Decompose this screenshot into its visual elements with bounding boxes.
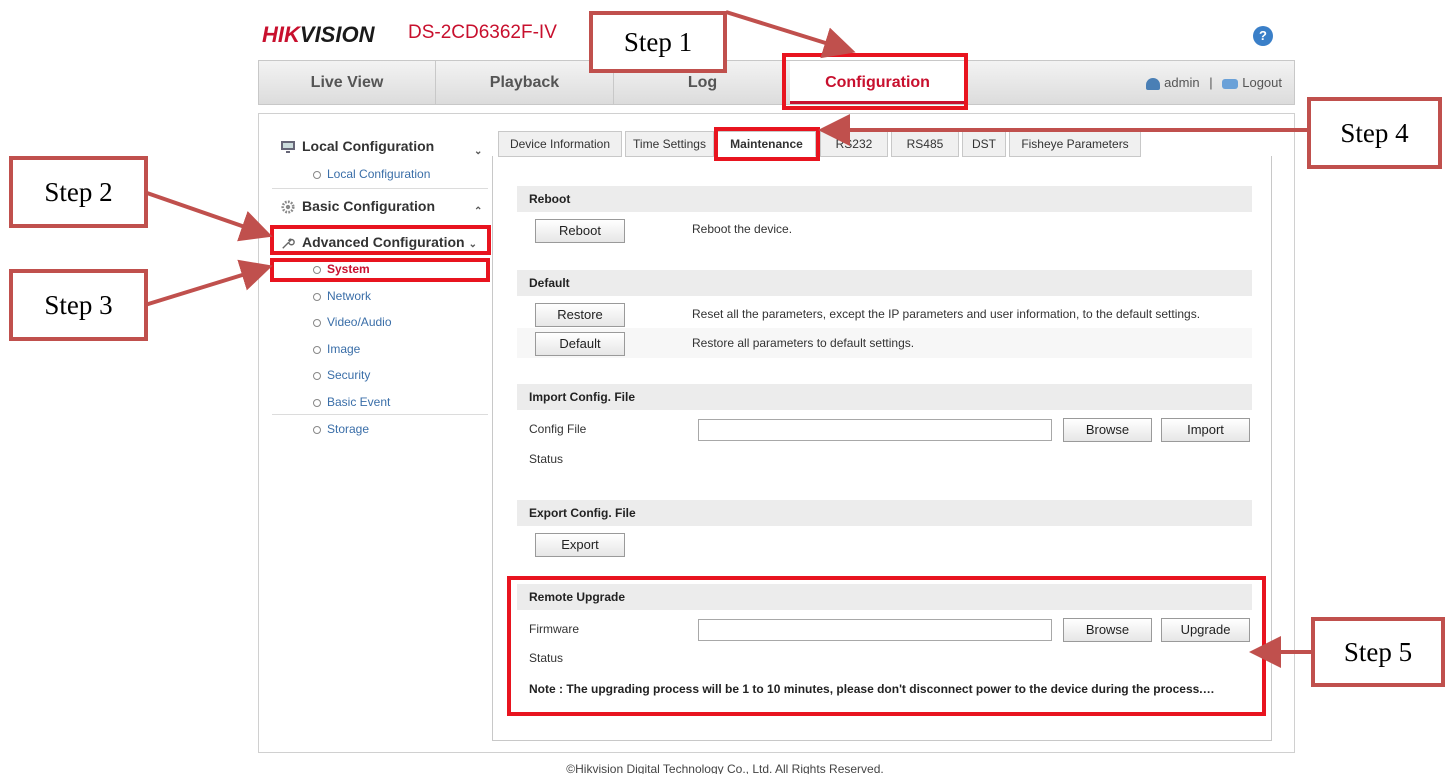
arrow-step-2 — [146, 191, 273, 242]
step-5-label: Step 5 — [1311, 617, 1445, 687]
step-2-label: Step 2 — [9, 156, 148, 228]
annotation-arrows — [144, 10, 1311, 668]
arrow-step-1 — [725, 10, 856, 59]
copyright-footer: ©Hikvision Digital Technology Co., Ltd. … — [566, 762, 884, 774]
arrow-step-3 — [144, 259, 273, 307]
step-1-label: Step 1 — [589, 11, 727, 73]
step-3-label: Step 3 — [9, 269, 148, 341]
step-4-label: Step 4 — [1307, 97, 1442, 169]
